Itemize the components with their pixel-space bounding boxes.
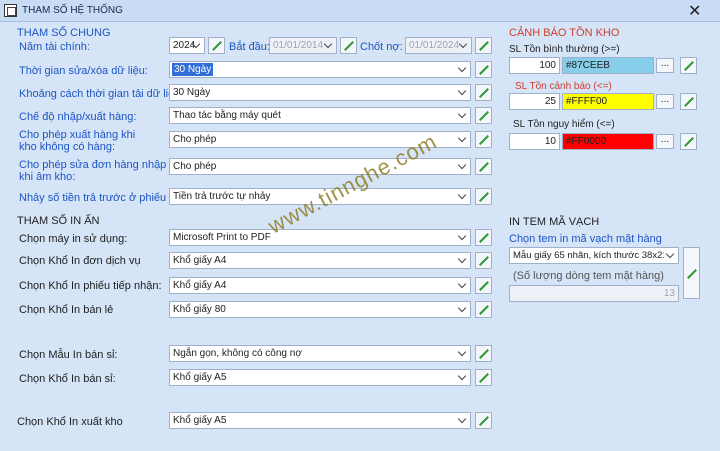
reload-interval-edit-icon[interactable] bbox=[475, 84, 492, 101]
chevron-down-icon bbox=[459, 416, 466, 423]
stock-warn-qty-input[interactable]: 25 bbox=[509, 93, 560, 110]
wholesale-size-select[interactable]: Khổ giấy A5 bbox=[169, 369, 471, 386]
edit-time-edit-icon[interactable] bbox=[475, 61, 492, 78]
fiscal-year-edit-icon[interactable] bbox=[208, 37, 225, 54]
retail-size-select[interactable]: Khổ giấy 80 bbox=[169, 301, 471, 318]
edit-time-select[interactable]: 30 Ngày bbox=[169, 61, 471, 78]
chevron-down-icon bbox=[325, 41, 332, 48]
stock-warn-label: SL Tồn cảnh báo (<=) bbox=[515, 81, 612, 92]
printer-edit-icon[interactable] bbox=[475, 229, 492, 246]
barcode-template-label: Chọn tem in mã vạch mặt hàng bbox=[509, 233, 662, 245]
edit-negative-label-line1: Cho phép sửa đơn hàng nhập bbox=[19, 159, 167, 171]
export-no-stock-label-line1: Cho phép xuất hàng khi bbox=[19, 129, 136, 141]
edit-negative-edit-icon[interactable] bbox=[475, 158, 492, 175]
prepay-jump-edit-icon[interactable] bbox=[475, 188, 492, 205]
wholesale-size-edit-icon[interactable] bbox=[475, 369, 492, 386]
stock-normal-color-picker-button[interactable]: ... bbox=[656, 58, 674, 73]
chevron-down-icon bbox=[459, 111, 466, 118]
service-size-select[interactable]: Khổ giấy A4 bbox=[169, 252, 471, 269]
io-mode-label: Chế độ nhập/xuất hàng: bbox=[19, 111, 137, 123]
export-size-label: Chọn Khổ In xuất kho bbox=[17, 416, 123, 428]
close-icon[interactable]: ✕ bbox=[688, 1, 701, 21]
export-size-edit-icon[interactable] bbox=[475, 412, 492, 429]
stock-warn-edit-icon[interactable] bbox=[680, 93, 697, 110]
stock-alert-section-title: CẢNH BÁO TỒN KHO bbox=[509, 27, 620, 39]
lock-date-edit-icon[interactable] bbox=[475, 37, 492, 54]
wholesale-template-label: Chọn Mẫu In bán sỉ: bbox=[19, 349, 118, 361]
stock-warn-color-field[interactable]: #FFFF00 bbox=[562, 93, 654, 110]
chevron-down-icon bbox=[459, 65, 466, 72]
print-section-title: THAM SỐ IN ẤN bbox=[17, 215, 100, 227]
stock-normal-edit-icon[interactable] bbox=[680, 57, 697, 74]
chevron-down-icon bbox=[459, 305, 466, 312]
chevron-down-icon bbox=[460, 41, 467, 48]
stock-normal-color-field[interactable]: #87CEEB bbox=[562, 57, 654, 74]
receipt-size-label: Chọn Khổ In phiếu tiếp nhận: bbox=[19, 280, 162, 292]
wholesale-template-select[interactable]: Ngắn gọn, không có công nợ bbox=[169, 345, 471, 362]
chevron-down-icon bbox=[459, 162, 466, 169]
prepay-jump-label: Nhảy số tiền trả trước ở phiếu sỉ: bbox=[19, 192, 181, 204]
reload-interval-label: Khoảng cách thời gian tải dữ liệu: bbox=[19, 88, 184, 100]
chevron-down-icon bbox=[459, 349, 466, 356]
retail-size-label: Chọn Khổ In bán lẻ bbox=[19, 304, 114, 316]
start-date-field[interactable]: 01/01/2014 bbox=[269, 37, 337, 54]
edit-negative-select[interactable]: Cho phép bbox=[169, 158, 471, 175]
wholesale-size-label: Chọn Khổ In bán sỉ: bbox=[19, 373, 116, 385]
chevron-down-icon bbox=[667, 251, 674, 258]
chevron-down-icon bbox=[459, 373, 466, 380]
service-size-label: Chọn Khổ In đơn dịch vụ bbox=[19, 255, 141, 267]
barcode-count-label: (Số lượng dòng tem mặt hàng) bbox=[513, 270, 664, 282]
io-mode-edit-icon[interactable] bbox=[475, 107, 492, 124]
lock-date-label: Chốt nợ: bbox=[360, 41, 403, 53]
export-no-stock-edit-icon[interactable] bbox=[475, 131, 492, 148]
stock-danger-edit-icon[interactable] bbox=[680, 133, 697, 150]
barcode-template-select[interactable]: Mẫu giấy 65 nhãn, kích thước 38x21 (Kh bbox=[509, 247, 679, 264]
chevron-down-icon bbox=[459, 233, 466, 240]
receipt-size-select[interactable]: Khổ giấy A4 bbox=[169, 277, 471, 294]
wholesale-template-edit-icon[interactable] bbox=[475, 345, 492, 362]
barcode-count-input[interactable]: 13 bbox=[509, 285, 679, 302]
start-date-label: Bắt đầu: bbox=[229, 41, 270, 53]
start-date-edit-icon[interactable] bbox=[340, 37, 357, 54]
chevron-down-icon bbox=[459, 281, 466, 288]
edit-time-label: Thời gian sửa/xóa dữ liệu: bbox=[19, 65, 148, 77]
retail-size-edit-icon[interactable] bbox=[475, 301, 492, 318]
fiscal-year-label: Năm tài chính: bbox=[19, 41, 90, 53]
stock-danger-label: SL Tồn nguy hiểm (<=) bbox=[513, 119, 615, 130]
export-no-stock-label-line2: kho không có hàng: bbox=[19, 141, 116, 153]
service-size-edit-icon[interactable] bbox=[475, 252, 492, 269]
export-size-select[interactable]: Khổ giấy A5 bbox=[169, 412, 471, 429]
barcode-edit-icon[interactable] bbox=[683, 247, 700, 299]
app-icon bbox=[4, 4, 17, 17]
general-section-title: THAM SỐ CHUNG bbox=[17, 27, 111, 39]
stock-normal-label: SL Tồn bình thường (>=) bbox=[509, 44, 620, 55]
chevron-down-icon bbox=[459, 256, 466, 263]
stock-warn-color-picker-button[interactable]: ... bbox=[656, 94, 674, 109]
stock-danger-qty-input[interactable]: 10 bbox=[509, 133, 560, 150]
reload-interval-select[interactable]: 30 Ngày bbox=[169, 84, 471, 101]
stock-danger-color-field[interactable]: #FF0000 bbox=[562, 133, 654, 150]
receipt-size-edit-icon[interactable] bbox=[475, 277, 492, 294]
printer-select[interactable]: Microsoft Print to PDF bbox=[169, 229, 471, 246]
chevron-down-icon bbox=[459, 88, 466, 95]
stock-danger-color-picker-button[interactable]: ... bbox=[656, 134, 674, 149]
chevron-down-icon bbox=[193, 41, 200, 48]
chevron-down-icon bbox=[459, 135, 466, 142]
barcode-section-title: IN TEM MÃ VẠCH bbox=[509, 216, 600, 228]
io-mode-select[interactable]: Thao tác bằng máy quét bbox=[169, 107, 471, 124]
title-bar: THAM SỐ HỆ THỐNG ✕ bbox=[0, 0, 720, 22]
window-title: THAM SỐ HỆ THỐNG bbox=[22, 5, 123, 16]
printer-label: Chọn máy in sử dụng: bbox=[19, 233, 128, 245]
stock-normal-qty-input[interactable]: 100 bbox=[509, 57, 560, 74]
edit-negative-label-line2: khi âm kho: bbox=[19, 171, 76, 183]
fiscal-year-select[interactable]: 2024 bbox=[169, 37, 205, 54]
chevron-down-icon bbox=[459, 192, 466, 199]
lock-date-field[interactable]: 01/01/2024 bbox=[405, 37, 472, 54]
